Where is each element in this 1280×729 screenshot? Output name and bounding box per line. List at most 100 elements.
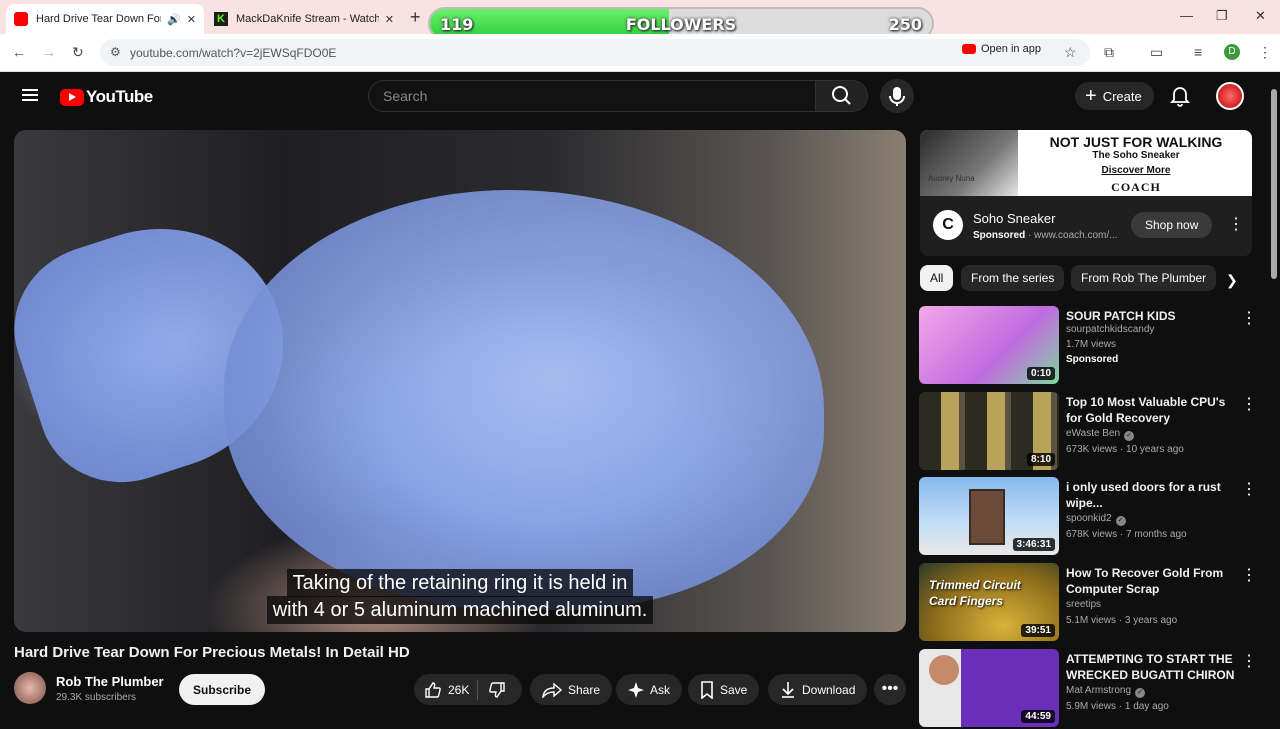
ad-photo-caption: Audrey Nuna — [928, 174, 975, 183]
channel-name[interactable]: Rob The Plumber — [56, 674, 164, 689]
recommendation-title[interactable]: i only used doors for a rust wipe... — [1066, 479, 1242, 511]
recommendation-views: 5.9M views · 1 day ago — [1066, 701, 1169, 712]
search-button[interactable] — [816, 80, 868, 112]
recommendation-item[interactable]: 0:10 SOUR PATCH KIDS sourpatchkidscandy … — [919, 306, 1264, 386]
restore-icon[interactable]: ❐ — [1216, 8, 1228, 24]
item-menu-icon[interactable]: ⋮ — [1241, 308, 1257, 328]
open-in-app-button[interactable]: Open in app — [962, 43, 1041, 55]
sparkle-icon — [628, 681, 644, 698]
tab-title: MackDaKnife Stream - Watch L — [236, 13, 379, 25]
caption-line-2: with 4 or 5 aluminum machined aluminum. — [14, 596, 906, 624]
minimize-icon[interactable]: — — [1180, 8, 1193, 23]
rusted-door-shape — [969, 489, 1005, 545]
voice-search-button[interactable] — [880, 79, 914, 113]
download-label: Download — [802, 682, 856, 697]
recommendation-channel[interactable]: sourpatchkidscandy — [1066, 324, 1154, 335]
item-menu-icon[interactable]: ⋮ — [1241, 394, 1257, 414]
notifications-bell-icon[interactable] — [1170, 85, 1190, 107]
chip-all[interactable]: All — [920, 265, 954, 291]
channel-avatar[interactable] — [14, 672, 46, 704]
microphone-icon — [889, 87, 905, 106]
url-text: youtube.com/watch?v=2jEWSqFDO0E — [130, 45, 337, 60]
menu-dots-icon[interactable]: ⋮ — [1258, 44, 1272, 61]
recommendation-title[interactable]: ATTEMPTING TO START THE WRECKED BUGATTI … — [1066, 651, 1242, 685]
url-field[interactable]: ⚙ youtube.com/watch?v=2jEWSqFDO0E — [100, 39, 1090, 66]
account-avatar[interactable] — [1216, 82, 1244, 110]
page-scrollbar[interactable] — [1268, 73, 1280, 720]
download-button[interactable]: Download — [768, 674, 868, 705]
recommendation-item[interactable]: 8:10 Top 10 Most Valuable CPU's for Gold… — [919, 392, 1264, 472]
video-thumbnail[interactable]: 0:10 — [919, 306, 1059, 384]
recommendation-item[interactable]: 44:59 ATTEMPTING TO START THE WRECKED BU… — [919, 649, 1264, 729]
item-menu-icon[interactable]: ⋮ — [1241, 479, 1257, 499]
duration-badge: 44:59 — [1021, 710, 1055, 723]
youtube-icon — [962, 44, 976, 54]
reload-icon[interactable]: ↻ — [72, 44, 84, 61]
duration-badge: 8:10 — [1026, 453, 1055, 466]
chip-from-series[interactable]: From the series — [961, 265, 1065, 291]
recommendation-title[interactable]: How To Recover Gold From Computer Scrap — [1066, 565, 1242, 597]
video-player[interactable]: Taking of the retaining ring it is held … — [14, 130, 906, 632]
recommendation-title[interactable]: Top 10 Most Valuable CPU's for Gold Reco… — [1066, 394, 1242, 426]
close-tab-icon[interactable]: ✕ — [187, 13, 196, 26]
ad-banner[interactable]: Audrey Nuna NOT JUST FOR WALKING The Soh… — [920, 130, 1252, 196]
item-menu-icon[interactable]: ⋮ — [1241, 651, 1257, 671]
video-thumbnail[interactable]: 44:59 — [919, 649, 1059, 727]
video-frame-glove — [224, 190, 824, 610]
new-tab-icon[interactable]: + — [410, 7, 421, 28]
recommendation-channel[interactable]: spoonkid2 ✓ — [1066, 513, 1126, 526]
recommendation-channel[interactable]: sreetips — [1066, 599, 1101, 610]
save-button[interactable]: Save — [688, 674, 760, 705]
sponsored-label: Sponsored — [1066, 354, 1119, 365]
close-tab-icon[interactable]: ✕ — [385, 13, 394, 26]
ad-product-name[interactable]: Soho Sneaker — [973, 211, 1055, 226]
video-thumbnail[interactable]: Trimmed Circuit Card Fingers 39:51 — [919, 563, 1059, 641]
youtube-logo[interactable]: YouTube — [60, 87, 153, 107]
thumbs-down-icon[interactable] — [488, 681, 506, 699]
download-icon — [782, 681, 794, 698]
video-thumbnail[interactable]: 8:10 — [919, 392, 1059, 470]
share-label: Share — [568, 682, 601, 697]
more-actions-icon[interactable]: ••• — [874, 674, 906, 705]
share-button[interactable]: Share — [530, 674, 613, 705]
subscriber-count: 29.3K subscribers — [56, 692, 137, 703]
subscribe-button[interactable]: Subscribe — [179, 674, 266, 705]
recommendation-title[interactable]: SOUR PATCH KIDS — [1066, 308, 1242, 324]
tab-title: Hard Drive Tear Down For P — [36, 13, 162, 25]
site-info-icon[interactable]: ⚙ — [110, 45, 121, 59]
close-window-icon[interactable]: ✕ — [1255, 8, 1266, 24]
like-count[interactable]: 26K — [448, 683, 469, 697]
recommendation-item[interactable]: 3:46:31 i only used doors for a rust wip… — [919, 477, 1264, 557]
ad-photo: Audrey Nuna — [920, 130, 1018, 196]
item-menu-icon[interactable]: ⋮ — [1241, 565, 1257, 585]
ask-button[interactable]: Ask — [616, 674, 683, 705]
hamburger-menu-icon[interactable] — [22, 89, 38, 101]
recommendation-item[interactable]: Trimmed Circuit Card Fingers 39:51 How T… — [919, 563, 1264, 643]
bookmark-star-icon[interactable]: ☆ — [1064, 44, 1077, 61]
cast-icon[interactable]: ▭ — [1150, 44, 1163, 61]
extensions-icon[interactable]: ⧉ — [1104, 44, 1114, 61]
ad-menu-icon[interactable]: ⋮ — [1228, 214, 1244, 234]
media-controls-icon[interactable]: ≡ — [1194, 44, 1202, 60]
shop-now-button[interactable]: Shop now — [1131, 212, 1213, 238]
share-arrow-icon — [542, 681, 562, 698]
speaker-icon[interactable]: 🔊 — [167, 13, 181, 26]
scrollbar-thumb[interactable] — [1271, 89, 1277, 279]
chevron-right-icon[interactable]: ❯ — [1226, 272, 1238, 289]
coach-logo-icon: C — [933, 210, 963, 240]
thumbs-up-icon[interactable] — [424, 681, 442, 699]
search-input[interactable]: Search — [368, 80, 816, 112]
followers-label: FOLLOWERS — [625, 15, 737, 34]
back-icon[interactable]: ← — [12, 44, 26, 60]
tab-kick-stream[interactable]: K MackDaKnife Stream - Watch L ✕ — [206, 4, 402, 34]
create-button[interactable]: + Create — [1075, 82, 1154, 110]
tab-youtube-video[interactable]: Hard Drive Tear Down For P 🔊 ✕ — [6, 4, 204, 34]
profile-avatar[interactable]: D — [1224, 44, 1240, 60]
chip-from-channel[interactable]: From Rob The Plumber — [1071, 265, 1217, 291]
recommendation-channel[interactable]: eWaste Ben ✓ — [1066, 428, 1135, 441]
forward-icon[interactable]: → — [42, 44, 56, 60]
plus-icon: + — [1085, 85, 1097, 107]
like-divider — [477, 679, 479, 700]
video-thumbnail[interactable]: 3:46:31 — [919, 477, 1059, 555]
recommendation-channel[interactable]: Mat Armstrong ✓ — [1066, 685, 1146, 698]
